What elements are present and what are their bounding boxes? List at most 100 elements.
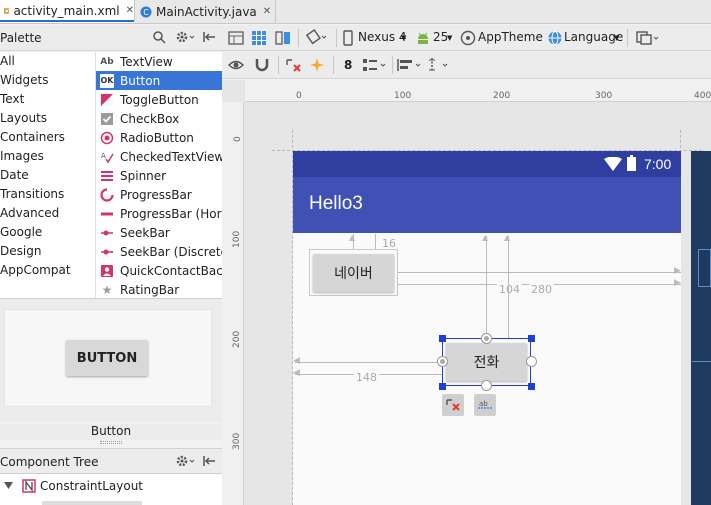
tree-item-constraint-layout[interactable]: ConstraintLayout: [40, 479, 143, 493]
palette-item-button[interactable]: OK Button: [96, 71, 222, 90]
palette-item-label: SeekBar (Discrete: [120, 244, 222, 259]
seekbar-discrete-icon: [101, 249, 113, 254]
chevron-down-icon[interactable]: ▼: [401, 34, 406, 42]
hide-panel-icon[interactable]: [202, 454, 216, 468]
component-tree: ConstraintLayout: [0, 474, 222, 505]
palette-item-togglebutton[interactable]: ToggleButton: [96, 90, 222, 109]
theme-icon[interactable]: [460, 30, 476, 46]
design-blueprint-icon[interactable]: [275, 30, 291, 46]
pack-icon[interactable]: [362, 57, 388, 73]
default-margin-value[interactable]: 8: [344, 58, 352, 72]
preview-button[interactable]: BUTTON: [66, 340, 148, 376]
palette-category[interactable]: Text: [0, 90, 24, 109]
arrow-left-icon: ◀: [293, 356, 300, 366]
call-button[interactable]: 전화: [446, 343, 527, 381]
resize-grip[interactable]: [100, 441, 122, 444]
palette-item-label: QuickContactBac: [120, 263, 222, 278]
palette-item-spinner[interactable]: Spinner: [96, 166, 222, 185]
palette-item-seekbar-discrete[interactable]: SeekBar (Discrete: [96, 242, 222, 261]
palette-header: Palette: [0, 25, 222, 51]
preview-caption: Button: [0, 424, 222, 440]
palette-category[interactable]: All: [0, 52, 15, 71]
palette-item-ratingbar[interactable]: ★ RatingBar: [96, 280, 222, 298]
status-bar: 7:00: [293, 151, 681, 177]
palette-category[interactable]: Advanced: [0, 204, 59, 223]
blueprint-view-icon[interactable]: [251, 30, 267, 46]
palette-category[interactable]: Date: [0, 166, 29, 185]
palette-item-quickcontactbadge[interactable]: QuickContactBac: [96, 261, 222, 280]
left-anchor-handle[interactable]: [437, 356, 448, 367]
top-anchor-handle[interactable]: [481, 333, 492, 344]
resize-handle[interactable]: [439, 383, 446, 390]
palette-category[interactable]: Widgets: [0, 71, 49, 90]
progressbar-icon: [100, 187, 114, 202]
toolbar-separator: [333, 56, 334, 74]
constraint-line: [375, 234, 376, 250]
tab-main-activity-java[interactable]: C MainActivity.java ✕: [136, 0, 276, 23]
palette-item-seekbar[interactable]: SeekBar: [96, 223, 222, 242]
device-icon[interactable]: [343, 30, 353, 46]
textview-icon: Ab: [100, 56, 114, 67]
layout-variants-icon[interactable]: [636, 30, 660, 46]
progressbar-horizontal-icon: [101, 212, 113, 215]
blueprint-preview[interactable]: [691, 151, 711, 505]
gear-icon[interactable]: [175, 454, 195, 468]
toolbar-separator: [627, 29, 628, 47]
clear-constraints-icon[interactable]: [285, 57, 301, 73]
palette-item-label: CheckBox: [120, 111, 180, 126]
infer-constraints-icon[interactable]: [309, 57, 325, 73]
palette-item-progressbar[interactable]: ProgressBar: [96, 185, 222, 204]
battery-icon: [627, 155, 636, 171]
align-icon[interactable]: [397, 57, 423, 73]
palette-item-progressbar-horizontal[interactable]: ProgressBar (Hor: [96, 204, 222, 223]
close-icon[interactable]: ✕: [263, 6, 271, 17]
search-icon[interactable]: [152, 30, 166, 44]
globe-icon[interactable]: [547, 30, 563, 46]
resize-handle[interactable]: [528, 335, 535, 342]
resize-handle[interactable]: [528, 383, 535, 390]
arrow-left-icon: ◀: [293, 368, 300, 378]
naver-button[interactable]: 네이버: [313, 254, 394, 292]
palette-category[interactable]: AppCompat: [0, 261, 71, 280]
tree-item-partial: [42, 501, 142, 505]
resize-handle[interactable]: [439, 335, 446, 342]
baseline-button[interactable]: ab: [474, 394, 496, 416]
palette-category[interactable]: Transitions: [0, 185, 64, 204]
palette-item-textview[interactable]: Ab TextView: [96, 52, 222, 71]
clear-constraints-icon: [446, 399, 460, 411]
tab-activity-main-xml[interactable]: activity_main.xml ✕: [0, 0, 135, 23]
eye-icon[interactable]: [228, 57, 244, 73]
palette-categories: All Widgets Text Layouts Containers Imag…: [0, 52, 95, 298]
right-anchor-handle[interactable]: [526, 356, 537, 367]
chevron-down-icon[interactable]: ▼: [614, 34, 619, 42]
device-selector[interactable]: Nexus 4: [358, 30, 407, 44]
palette-item-checkedtextview[interactable]: A CheckedTextView: [96, 147, 222, 166]
palette-category[interactable]: Containers: [0, 128, 65, 147]
expand-arrow-icon[interactable]: [4, 481, 13, 490]
svg-text:C: C: [143, 8, 149, 17]
android-icon[interactable]: [415, 30, 431, 46]
bottom-anchor-handle[interactable]: [481, 380, 492, 391]
palette-item-checkbox[interactable]: CheckBox: [96, 109, 222, 128]
palette-item-radiobutton[interactable]: RadioButton: [96, 128, 222, 147]
guidelines-icon[interactable]: [427, 57, 451, 73]
toolbar-separator: [336, 29, 337, 47]
orientation-icon[interactable]: [306, 29, 328, 45]
palette-category[interactable]: Design: [0, 242, 41, 261]
ruler-tick-label: 0: [296, 91, 302, 101]
magnet-icon[interactable]: [254, 57, 270, 73]
delete-constraints-button[interactable]: [442, 394, 464, 416]
hide-panel-icon[interactable]: [202, 30, 216, 44]
palette-category[interactable]: Google: [0, 223, 42, 242]
palette-item-label: ProgressBar (Hor: [120, 206, 222, 221]
gear-icon[interactable]: [175, 30, 195, 44]
design-view-icon[interactable]: [228, 30, 244, 46]
dimension-label: 280: [529, 283, 554, 296]
palette-category[interactable]: Layouts: [0, 109, 47, 128]
chevron-down-icon[interactable]: ▼: [447, 34, 452, 42]
api-level-selector[interactable]: 25: [433, 30, 448, 44]
palette-category[interactable]: Images: [0, 147, 44, 166]
close-icon[interactable]: ✕: [126, 5, 134, 16]
theme-selector[interactable]: AppTheme: [478, 30, 543, 44]
constraint-line: [295, 362, 442, 363]
